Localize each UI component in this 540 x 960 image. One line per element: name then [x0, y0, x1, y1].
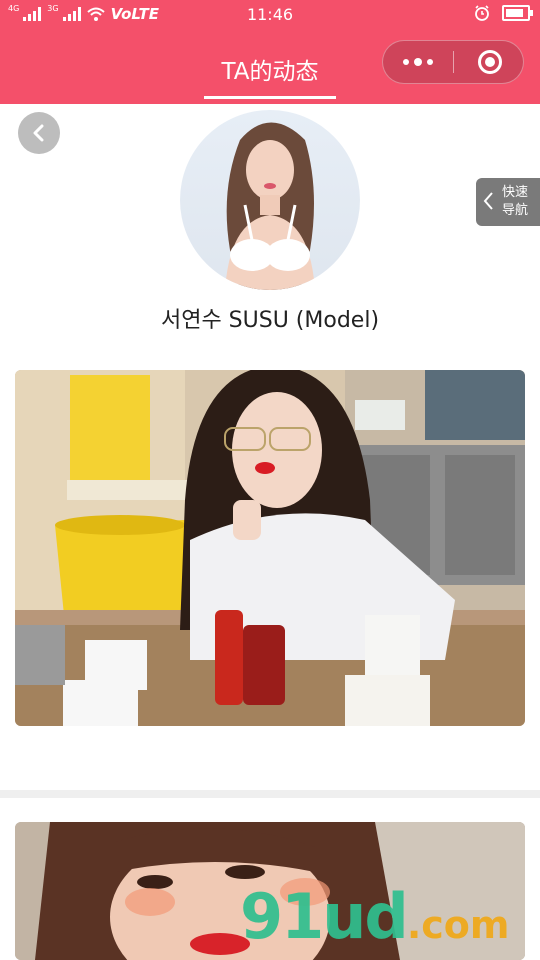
watermark-main: 91ud — [240, 880, 409, 953]
photo-woman-glasses-cafe — [15, 370, 525, 726]
post-divider — [0, 790, 540, 798]
nav-bar: TA的动态 — [0, 30, 540, 104]
watermark-logo: 91ud.com — [240, 880, 509, 953]
chevron-left-icon — [483, 192, 493, 210]
status-right — [474, 5, 533, 21]
quick-nav-label: 快速 导航 — [502, 184, 534, 220]
avatar[interactable] — [180, 110, 360, 290]
quick-nav-label-line1: 快速 — [502, 185, 529, 200]
miniprogram-capsule — [382, 40, 524, 84]
quick-nav-button[interactable]: 快速 导航 — [476, 178, 540, 226]
more-dots-icon[interactable] — [383, 41, 453, 83]
watermark-tld: .com — [406, 903, 510, 947]
close-circle-icon[interactable] — [478, 50, 502, 74]
battery-icon — [502, 5, 533, 21]
alarm-icon — [475, 5, 489, 21]
post-photo[interactable] — [15, 370, 525, 726]
back-button[interactable] — [18, 112, 60, 154]
quick-nav-label-line2: 导航 — [502, 203, 529, 218]
avatar-portrait — [225, 122, 315, 290]
status-time: 11:46 — [246, 5, 294, 24]
profile-name: 서연수 SUSU (Model) — [160, 308, 380, 333]
title-underline — [204, 96, 336, 99]
capsule-divider — [453, 51, 454, 73]
status-bar: 4G 3G VoLTE 11:46 — [0, 0, 540, 30]
back-arrow-icon — [33, 124, 44, 142]
